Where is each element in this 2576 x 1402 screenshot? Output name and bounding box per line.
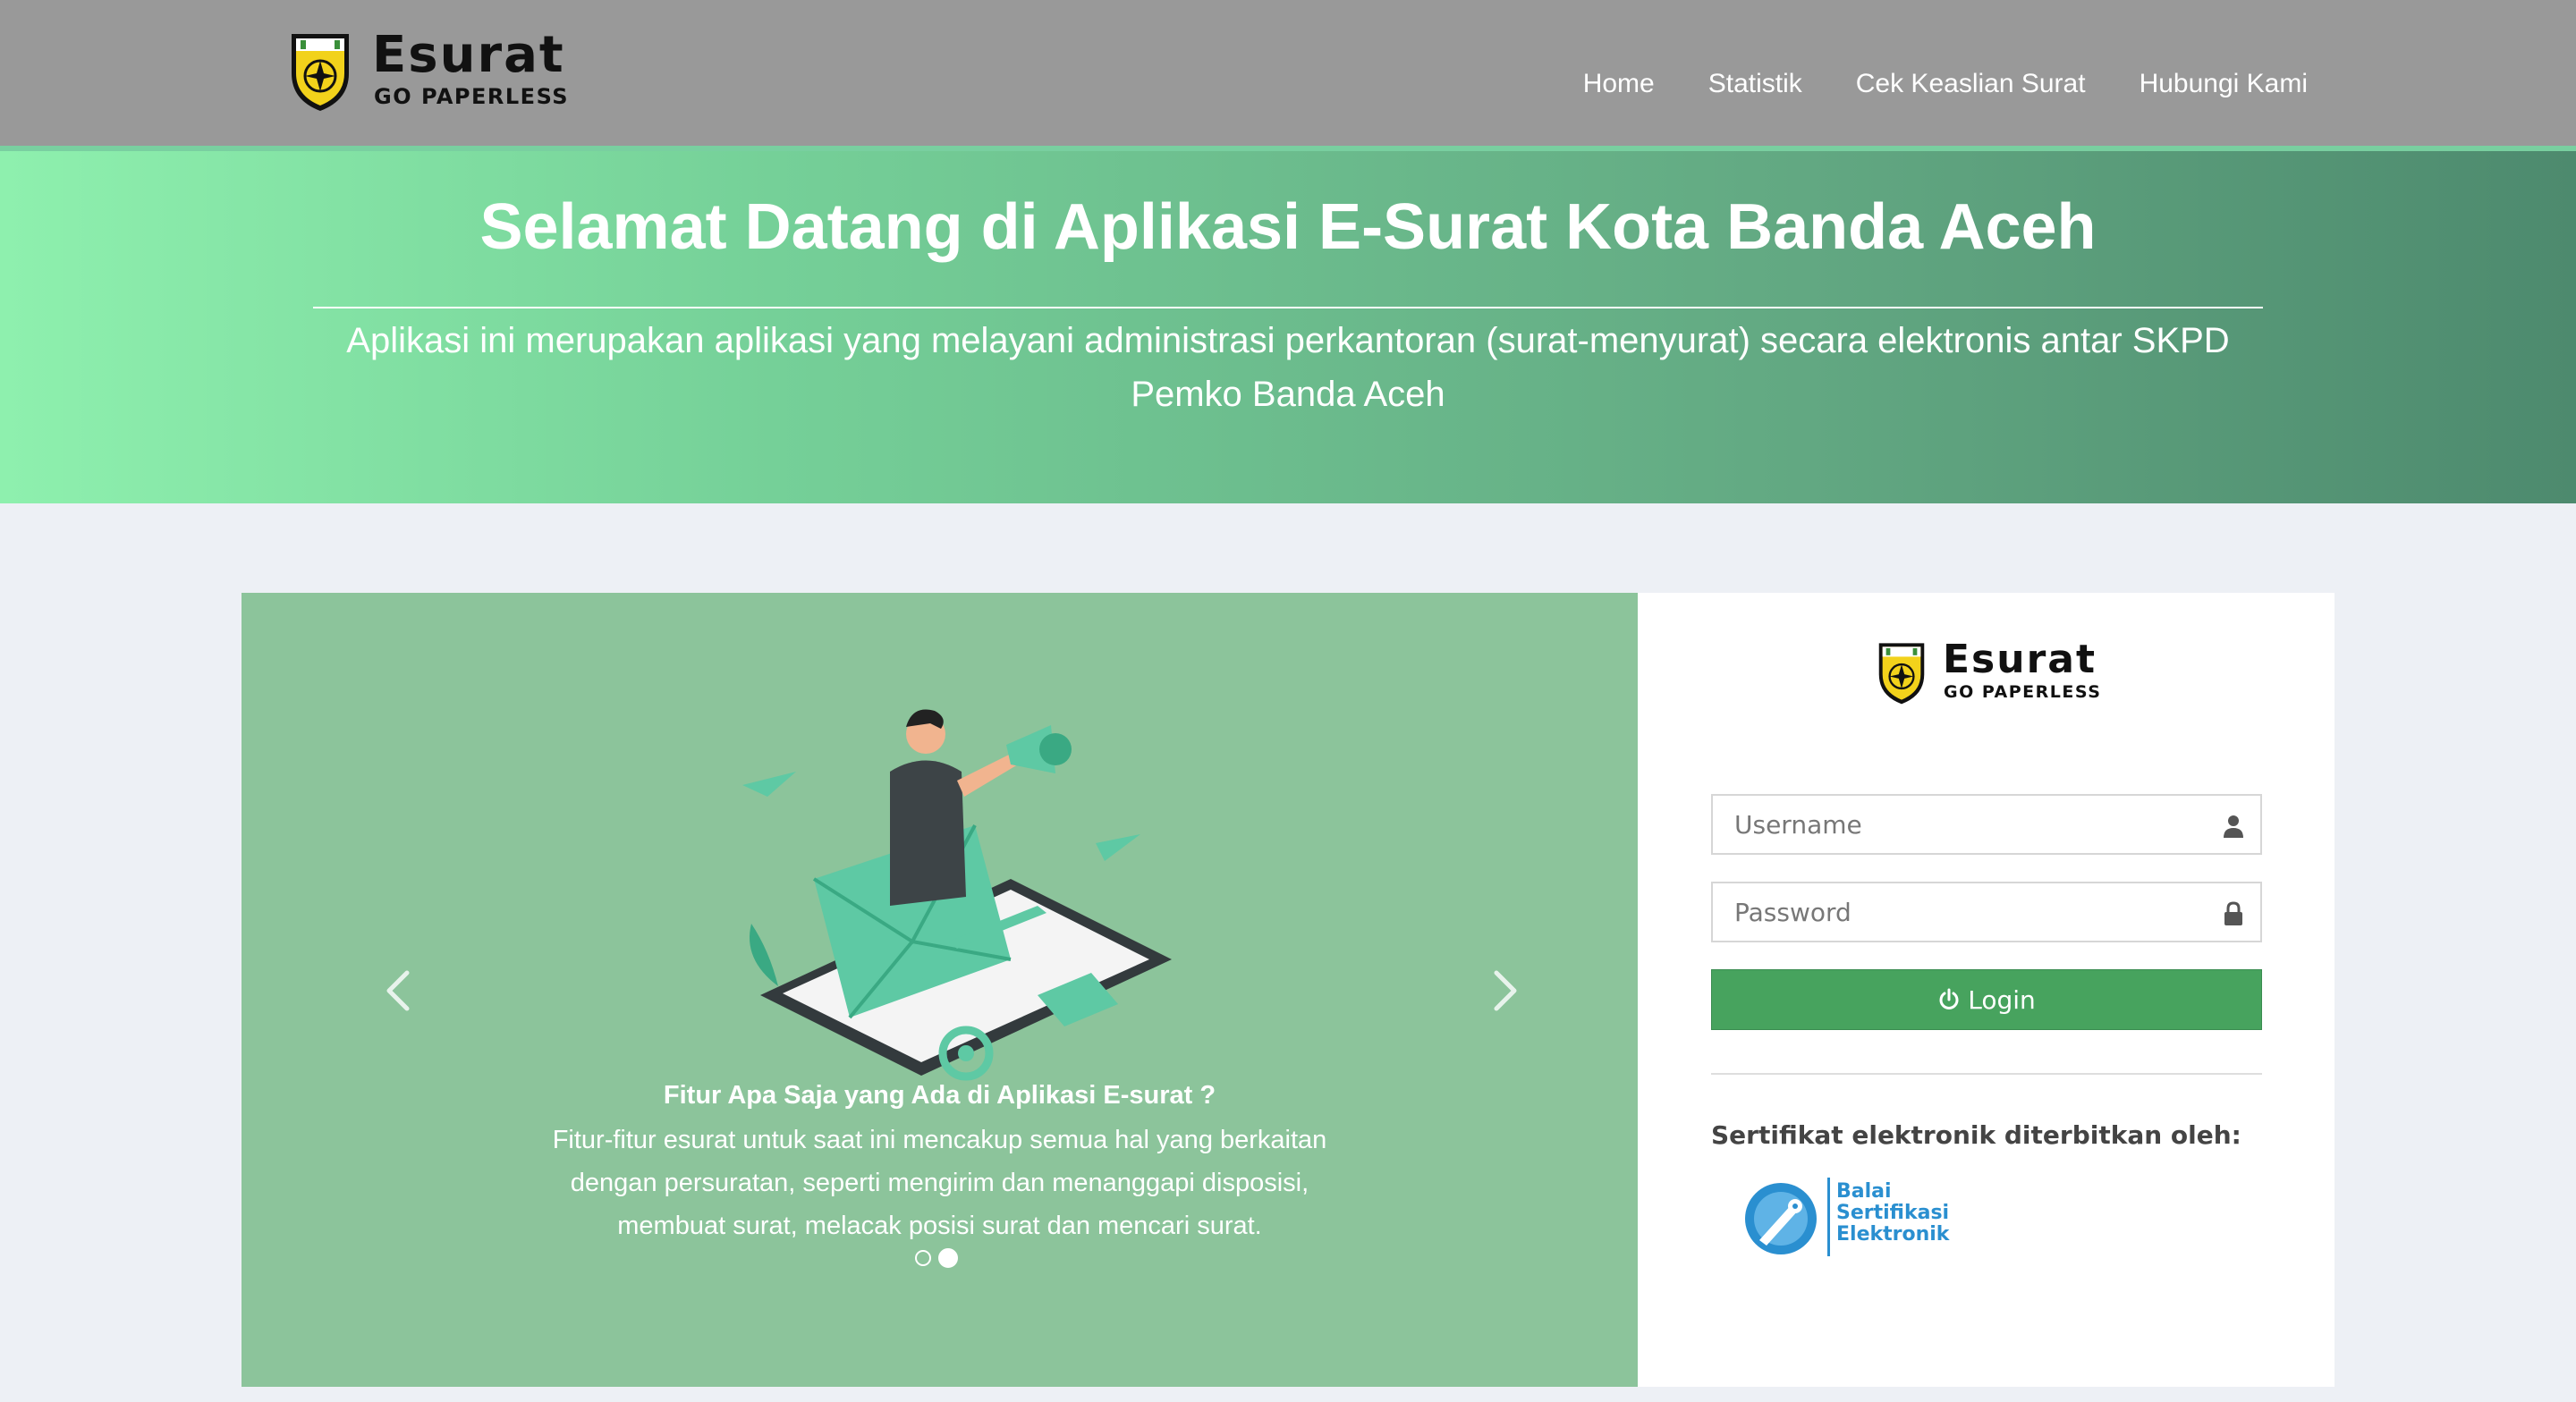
nav-home[interactable]: Home bbox=[1583, 66, 1655, 102]
login-button-label: Login bbox=[1968, 984, 2036, 1015]
bsre-line-2: Sertifikasi bbox=[1836, 1202, 1950, 1224]
login-logo: Esurat GO PAPERLESS bbox=[1875, 638, 2143, 709]
nav-cek-keaslian-surat[interactable]: Cek Keaslian Surat bbox=[1856, 66, 2086, 102]
carousel-prev-button[interactable] bbox=[371, 950, 425, 1031]
illustration-man-megaphone bbox=[742, 709, 1172, 1081]
bsre-separator bbox=[1827, 1178, 1830, 1256]
carousel-dot-1[interactable] bbox=[915, 1250, 931, 1266]
bsre-wordmark: Balai Sertifikasi Elektronik bbox=[1836, 1181, 1949, 1246]
certificate-label: Sertifikat elektronik diterbitkan oleh: bbox=[1711, 1120, 2241, 1150]
user-icon bbox=[2224, 815, 2243, 838]
top-navbar: Esurat GO PAPERLESS Home Statistik Cek K… bbox=[0, 0, 2576, 146]
chevron-right-icon bbox=[1494, 970, 1517, 1011]
password-input[interactable] bbox=[1713, 883, 2260, 941]
city-emblem-icon bbox=[292, 34, 349, 111]
brand-tagline: GO PAPERLESS bbox=[374, 84, 570, 109]
nav-statistik[interactable]: Statistik bbox=[1708, 66, 1802, 102]
main-card: Fitur Apa Saja yang Ada di Aplikasi E-su… bbox=[242, 593, 2334, 1387]
login-panel: Esurat GO PAPERLESS Login Ser bbox=[1638, 593, 2334, 1387]
password-field bbox=[1711, 882, 2262, 942]
brand-logo[interactable]: Esurat GO PAPERLESS bbox=[286, 27, 572, 116]
chevron-left-icon bbox=[386, 970, 410, 1011]
hero-subtitle: Aplikasi ini merupakan aplikasi yang mel… bbox=[346, 321, 2230, 414]
bsre-line-1: Balai bbox=[1836, 1180, 1892, 1203]
bsre-emblem-icon bbox=[1745, 1183, 1817, 1254]
carousel-caption-text: Fitur-fitur esurat untuk saat ini mencak… bbox=[552, 1126, 1327, 1240]
username-input[interactable] bbox=[1713, 796, 2260, 853]
carousel-dot-2[interactable] bbox=[938, 1248, 958, 1268]
carousel-caption-title: Fitur Apa Saja yang Ada di Aplikasi E-su… bbox=[663, 1081, 1216, 1110]
power-icon bbox=[1939, 988, 1959, 1009]
bsre-logo[interactable]: Balai Sertifikasi Elektronik bbox=[1743, 1172, 1976, 1262]
username-field bbox=[1711, 794, 2262, 855]
brand-wordmark: Esurat bbox=[372, 26, 565, 84]
nav-hubungi-kami[interactable]: Hubungi Kami bbox=[2140, 66, 2308, 102]
hero-divider bbox=[313, 307, 2263, 308]
login-divider bbox=[1711, 1073, 2262, 1075]
brand-tagline: GO PAPERLESS bbox=[1944, 682, 2102, 702]
hero-banner: Selamat Datang di Aplikasi E-Surat Kota … bbox=[0, 146, 2576, 503]
main-nav: Home Statistik Cek Keaslian Surat Hubung… bbox=[1583, 66, 2308, 102]
city-emblem-icon bbox=[1878, 643, 1925, 705]
carousel-next-button[interactable] bbox=[1479, 950, 1532, 1031]
carousel-indicators bbox=[915, 1248, 958, 1268]
hero-title: Selamat Datang di Aplikasi E-Surat Kota … bbox=[479, 191, 2097, 263]
bsre-line-3: Elektronik bbox=[1836, 1223, 1950, 1246]
brand-wordmark: Esurat bbox=[1943, 637, 2097, 682]
lock-icon bbox=[2224, 901, 2242, 925]
login-button[interactable]: Login bbox=[1711, 969, 2262, 1030]
feature-carousel: Fitur Apa Saja yang Ada di Aplikasi E-su… bbox=[242, 593, 1638, 1387]
